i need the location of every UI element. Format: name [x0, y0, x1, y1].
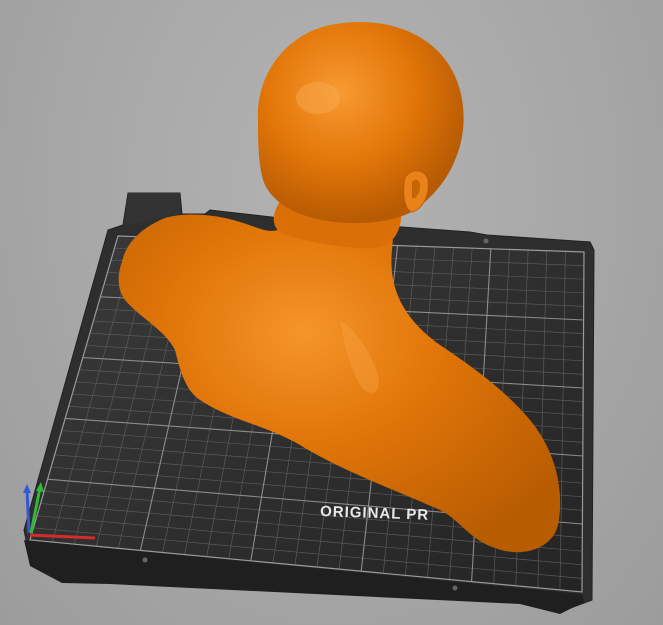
z-axis [25, 489, 31, 534]
3d-viewport[interactable]: ORIGINAL PR [0, 0, 663, 625]
bust-head[interactable] [257, 22, 464, 224]
bed-screw-2 [452, 585, 458, 591]
bed-screw-3 [483, 238, 489, 244]
bed-screw-1 [142, 557, 148, 563]
bust-head-highlight [296, 82, 340, 114]
z-axis-arrow-icon [23, 484, 31, 493]
scene-canvas[interactable]: ORIGINAL PR [0, 0, 663, 625]
